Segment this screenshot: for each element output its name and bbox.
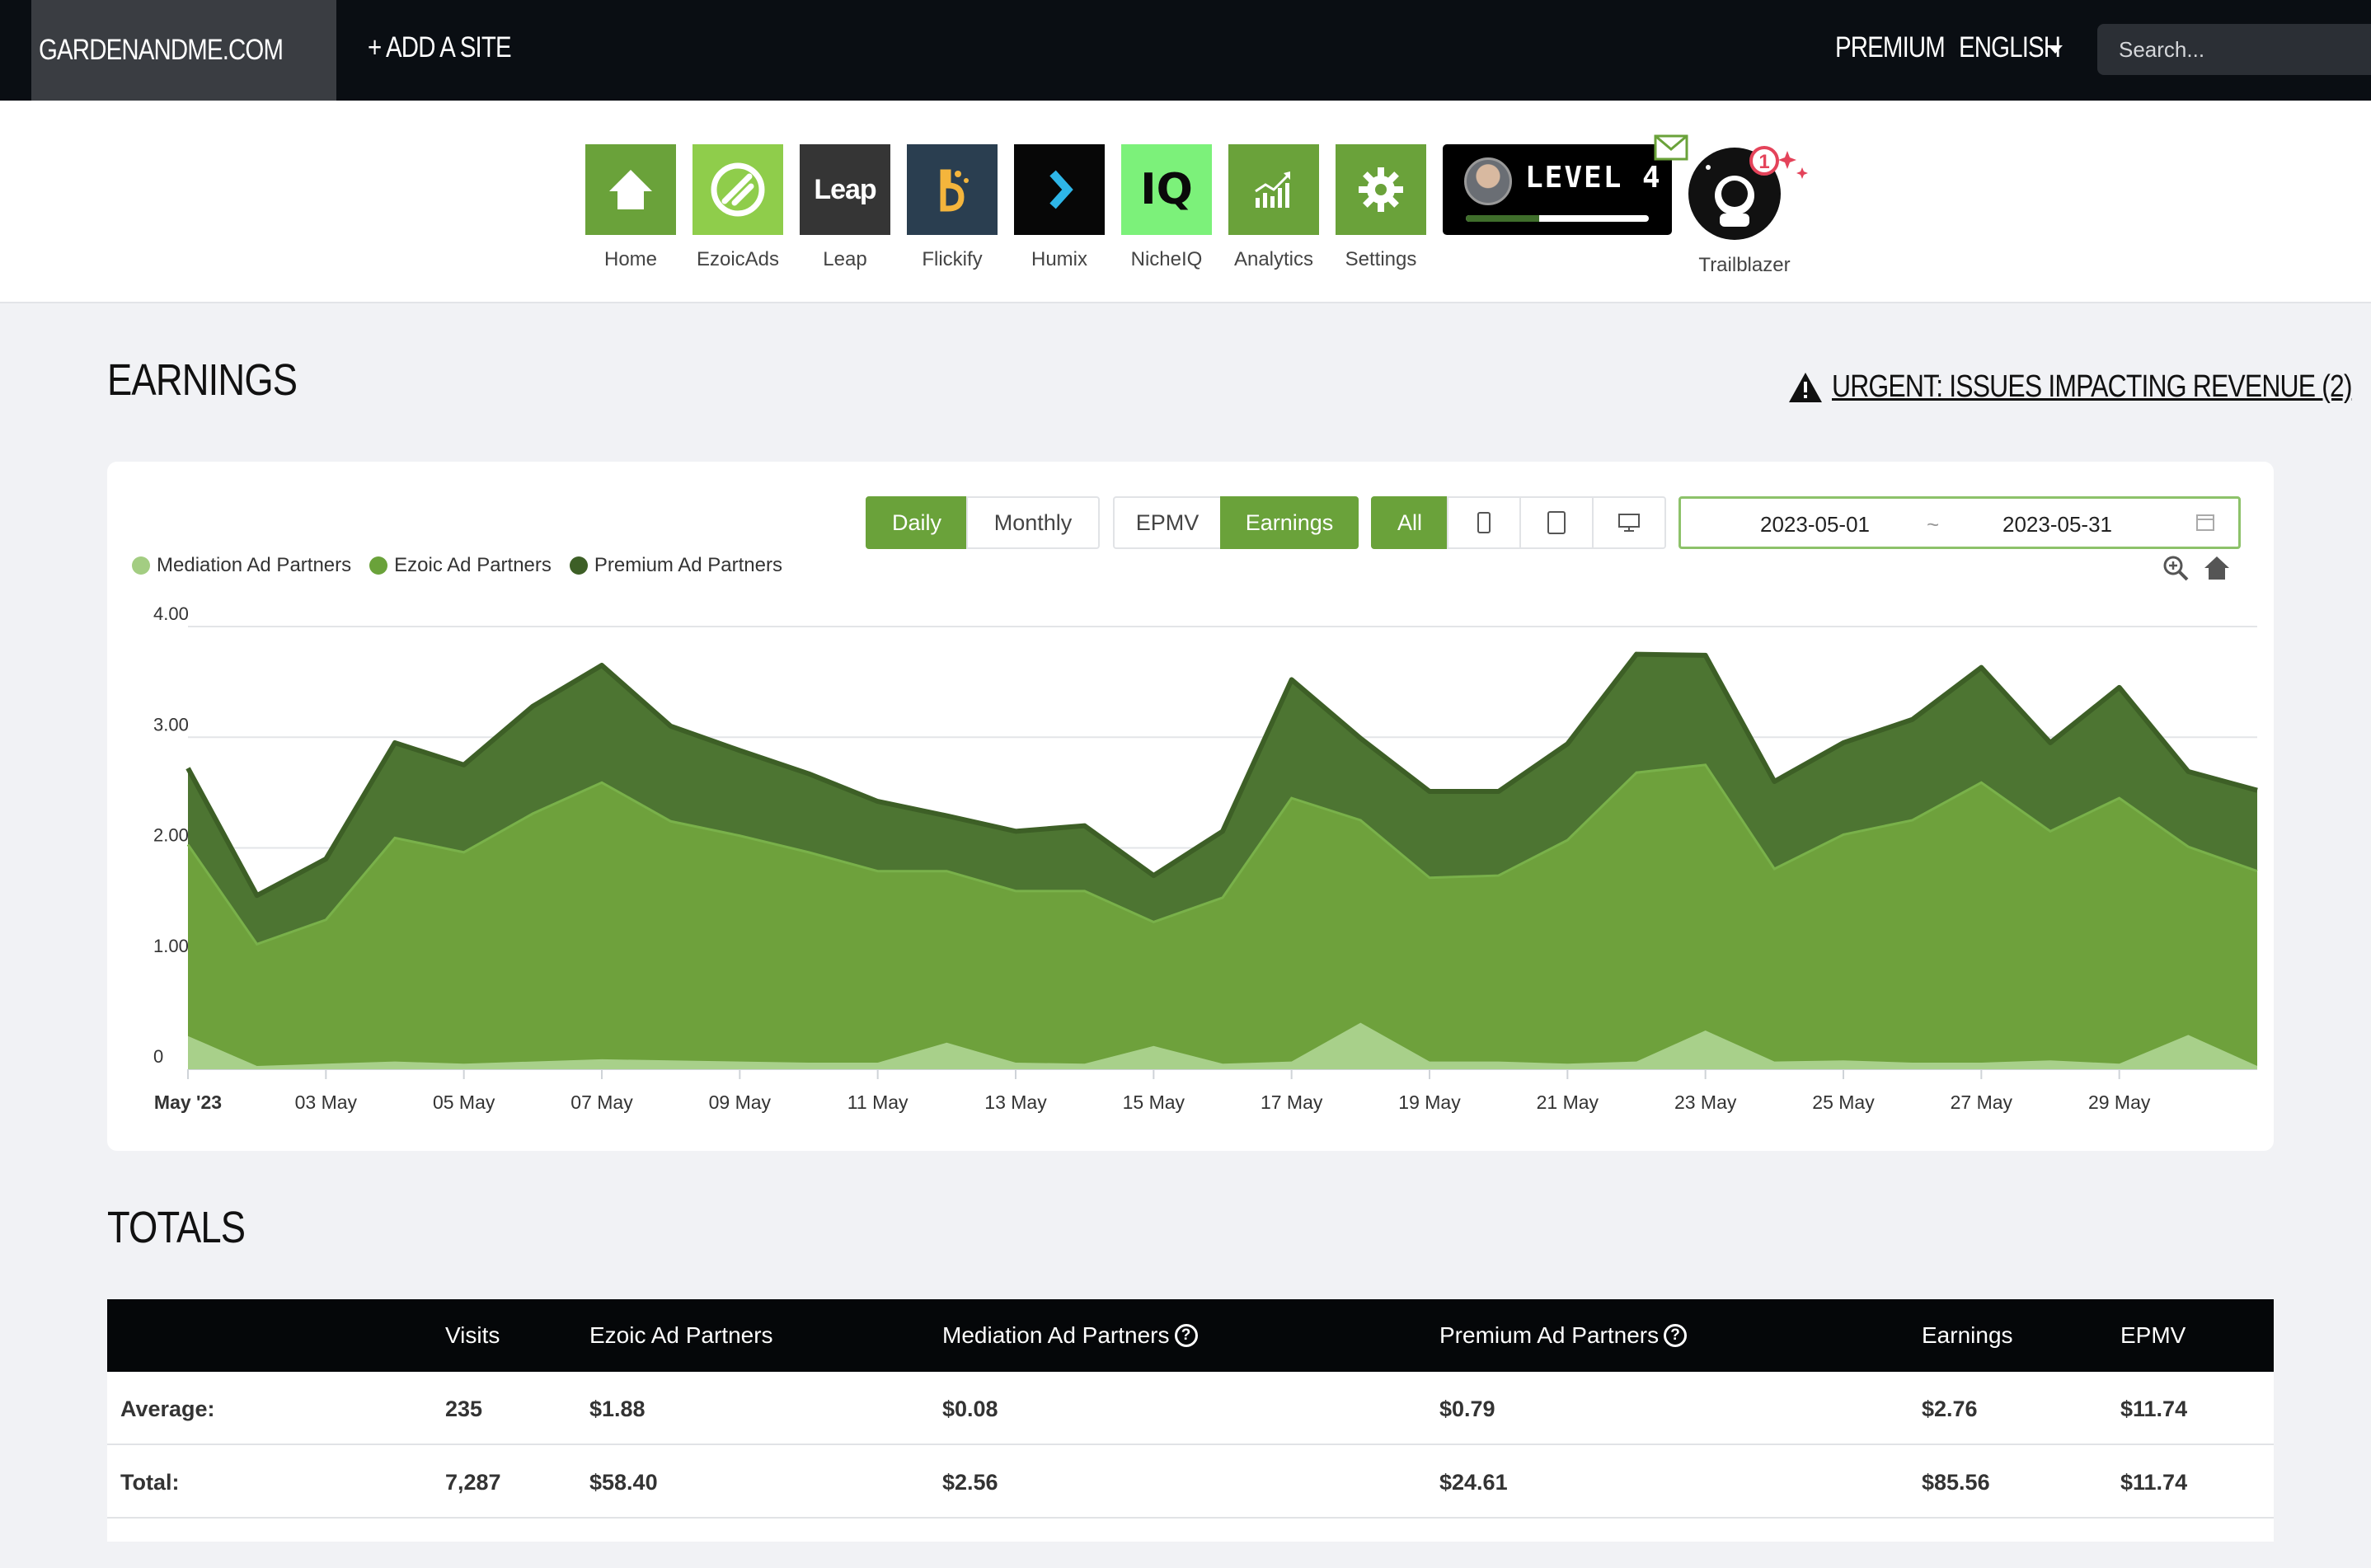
astronaut-icon: 1 <box>1688 146 1808 240</box>
app-home[interactable]: Home <box>585 144 676 271</box>
x-tick-label: 17 May <box>1261 1091 1323 1113</box>
sparkle-icon <box>1778 151 1796 169</box>
settings-icon[interactable] <box>1336 144 1426 235</box>
col-header-visits: Visits <box>445 1322 500 1348</box>
humix-icon[interactable] <box>1014 144 1105 235</box>
chevron-down-icon[interactable] <box>2048 45 2063 54</box>
earnings-heading: EARNINGS <box>107 355 298 405</box>
warning-icon <box>1789 372 1822 402</box>
x-tick-label: 09 May <box>709 1091 772 1113</box>
add-site-link[interactable]: + ADD A SITE <box>368 31 538 64</box>
urgent-issues-link[interactable]: URGENT: ISSUES IMPACTING REVENUE (2) <box>1787 369 2371 405</box>
level-badge[interactable]: LEVEL 4 <box>1443 134 1688 235</box>
table-header-row: Visits Ezoic Ad Partners Mediation Ad Pa… <box>107 1299 2274 1372</box>
nicheiq-icon[interactable]: IQ <box>1121 144 1212 235</box>
totals-heading: TOTALS <box>107 1203 246 1252</box>
app-launcher-bar: Home EzoicAds Leap Leap Flickify Humix I… <box>0 101 2371 303</box>
x-tick-label: 11 May <box>847 1091 908 1113</box>
trailblazer-badge[interactable]: 1 Trailblazer <box>1688 144 1808 277</box>
x-tick-label: 05 May <box>433 1091 495 1113</box>
mail-icon[interactable] <box>1654 134 1688 165</box>
site-name[interactable]: GARDENANDME.COM <box>39 34 284 67</box>
x-tick-label: 19 May <box>1398 1091 1461 1113</box>
app-nicheiq[interactable]: IQ NicheIQ <box>1121 144 1212 271</box>
flickify-icon[interactable] <box>907 144 998 235</box>
app-analytics[interactable]: Analytics <box>1228 144 1319 271</box>
app-ezoicads[interactable]: EzoicAds <box>693 144 783 271</box>
sparkle-icon <box>1796 167 1808 179</box>
notification-count: 1 <box>1758 151 1769 173</box>
level-text: LEVEL 4 <box>1525 161 1662 195</box>
ezoicads-icon[interactable] <box>693 144 783 235</box>
x-tick-label: 25 May <box>1812 1091 1875 1113</box>
home-icon[interactable] <box>585 144 676 235</box>
col-header-premium: Premium Ad Partners? <box>1439 1322 1688 1349</box>
search-input[interactable] <box>2097 24 2371 75</box>
x-tick-label: 29 May <box>2088 1091 2151 1113</box>
col-header-mediation: Mediation Ad Partners? <box>942 1322 1198 1349</box>
y-tick-label: 3.00 <box>153 714 189 735</box>
x-tick-label: 07 May <box>570 1091 633 1113</box>
help-icon[interactable]: ? <box>1664 1324 1688 1347</box>
x-tick-label: 27 May <box>1951 1091 2013 1113</box>
col-header-earnings: Earnings <box>1922 1322 2013 1348</box>
app-settings[interactable]: Settings <box>1336 144 1426 271</box>
premium-link[interactable]: PREMIUM <box>1835 31 1965 64</box>
y-tick-label: 2.00 <box>153 825 189 846</box>
site-selector-tab[interactable]: GARDENANDME.COM <box>31 0 336 101</box>
x-tick-label: 23 May <box>1674 1091 1737 1113</box>
app-leap[interactable]: Leap Leap <box>800 144 890 271</box>
earnings-area-chart[interactable]: 0 1.00 2.00 3.00 4.00 May '23 03 May 05 May 07 M… <box>107 462 2274 1151</box>
earnings-chart-card: Daily Monthly EPMV Earnings All 2023-05-… <box>107 462 2274 1151</box>
y-tick-label: 0 <box>153 1046 163 1067</box>
col-header-epmv: EPMV <box>2120 1322 2186 1348</box>
totals-table: Visits Ezoic Ad Partners Mediation Ad Pa… <box>107 1299 2274 1542</box>
x-tick-label: 21 May <box>1537 1091 1599 1113</box>
x-tick-label: 15 May <box>1123 1091 1186 1113</box>
y-tick-label: 1.00 <box>153 936 189 956</box>
app-humix[interactable]: Humix <box>1014 144 1105 271</box>
top-navbar: GARDENANDME.COM + ADD A SITE PREMIUM ENG… <box>0 0 2371 101</box>
x-tick-label: 13 May <box>984 1091 1047 1113</box>
table-row: Total: 7,287 $58.40 $2.56 $24.61 $85.56 … <box>107 1445 2274 1519</box>
help-icon[interactable]: ? <box>1174 1324 1198 1347</box>
app-flickify[interactable]: Flickify <box>907 144 998 271</box>
col-header-ezoic: Ezoic Ad Partners <box>589 1322 773 1348</box>
y-tick-label: 4.00 <box>153 603 189 624</box>
leap-icon[interactable]: Leap <box>800 144 890 235</box>
table-row: Average: 235 $1.88 $0.08 $0.79 $2.76 $11… <box>107 1372 2274 1445</box>
x-tick-label: May '23 <box>154 1091 222 1113</box>
x-tick-label: 03 May <box>295 1091 358 1113</box>
avatar <box>1464 157 1512 205</box>
analytics-icon[interactable] <box>1228 144 1319 235</box>
level-progress-bar <box>1466 215 1649 222</box>
